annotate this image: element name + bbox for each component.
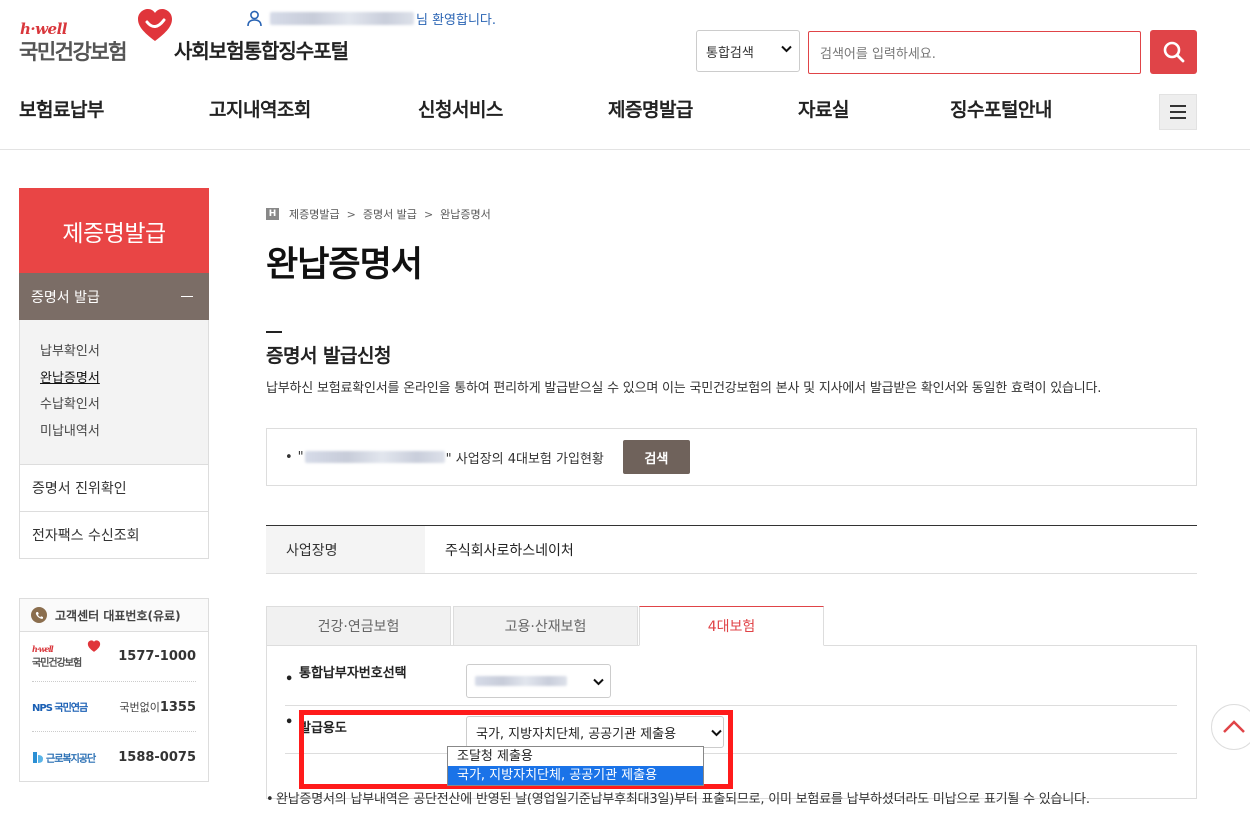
search-scope-value: 통합검색 — [706, 45, 754, 61]
breadcrumb: H 제증명발급 > 증명서 발급 > 완납증명서 — [266, 206, 491, 222]
customer-center-title: 고객센터 대표번호(유료) — [55, 608, 181, 623]
search-placeholder: 검색어를 입력하세요. — [820, 47, 936, 62]
tab-four-insurances[interactable]: 4대보험 — [639, 606, 824, 646]
form-row-payer-number: • 통합납부자번호선택 — [285, 646, 1177, 706]
sidebar-subitem-full-payment[interactable]: 완납증명서 — [40, 369, 208, 396]
cs-row-comwel: 근로복지공단 1588-0075 — [32, 732, 196, 782]
section-description: 납부하신 보험료확인서를 온라인을 통하여 편리하게 발급받으실 수 있으며 이… — [266, 381, 1102, 396]
comwel-icon — [33, 751, 43, 763]
hamburger-icon — [1170, 105, 1186, 107]
search-icon — [1163, 41, 1184, 63]
tab-health-pension[interactable]: 건강·연금보험 — [266, 606, 451, 646]
section-title-bar — [266, 331, 282, 333]
scroll-top-button[interactable] — [1211, 704, 1250, 750]
insurance-status-box: • " " 사업장의 4대보험 가입현황 검색 — [266, 428, 1197, 486]
search-input[interactable]: 검색어를 입력하세요. — [808, 31, 1141, 74]
gnb-item-certificate[interactable]: 제증명발급 — [608, 95, 693, 122]
user-name-redacted — [270, 12, 414, 25]
heart-small-icon — [87, 640, 101, 652]
search-scope-select[interactable]: 통합검색 — [696, 30, 800, 72]
customer-center-header: 고객센터 대표번호(유료) — [20, 599, 208, 632]
business-info-table: 사업장명 주식회사로하스네이처 — [266, 525, 1197, 574]
status-bullet: • — [285, 449, 293, 465]
logo-name-text: 국민건강보험 — [19, 40, 127, 64]
status-search-button[interactable]: 검색 — [622, 440, 690, 474]
company-name-redacted — [304, 451, 445, 463]
insurance-tabs: 건강·연금보험 고용·산재보험 4대보험 — [266, 606, 1197, 646]
payer-number-redacted — [475, 676, 567, 686]
welcome-message: 님 환영합니다. — [246, 9, 496, 28]
gnb-item-payment[interactable]: 보험료납부 — [19, 95, 104, 122]
chevron-down-icon — [781, 45, 792, 53]
breadcrumb-separator-icon: > — [346, 207, 356, 221]
payer-number-label: • 통합납부자번호선택 — [285, 666, 407, 687]
chevron-down-icon — [593, 678, 604, 686]
page-title: 완납증명서 — [266, 245, 423, 285]
search-button[interactable] — [1150, 30, 1197, 74]
cs-row-nhis: h·well 국민건강보험 1577-1000 — [32, 632, 196, 682]
collapse-icon — [181, 296, 193, 297]
hamburger-menu-button[interactable] — [1159, 94, 1197, 130]
nps-prefix: 국번없이 — [119, 700, 160, 714]
sidebar-group-certificate[interactable]: 증명서 발급 — [19, 273, 209, 320]
user-icon — [247, 10, 262, 27]
purpose-option-selected[interactable]: 국가, 지방자치단체, 공공기관 제출용 — [448, 766, 703, 785]
comwel-logo: 근로복지공단 — [32, 750, 96, 765]
purpose-option[interactable]: 조달청 제출용 — [448, 747, 703, 766]
sidebar-subitem-payment-confirm[interactable]: 납부확인서 — [40, 342, 208, 369]
business-name-label: 사업장명 — [266, 526, 425, 573]
home-icon[interactable]: H — [266, 208, 279, 220]
section-title: 증명서 발급신청 — [266, 345, 391, 367]
global-navigation: 보험료납부 고지내역조회 신청서비스 제증명발급 자료실 징수포털안내 — [0, 95, 1250, 125]
gnb-item-library[interactable]: 자료실 — [798, 95, 849, 122]
tab-employment-industrial[interactable]: 고용·산재보험 — [453, 606, 638, 646]
gnb-item-application[interactable]: 신청서비스 — [418, 95, 503, 122]
status-open-quote: " — [297, 449, 304, 465]
customer-center-box: 고객센터 대표번호(유료) h·well 국민건강보험 1577-1000 NP… — [19, 598, 209, 782]
sidebar-item-verify[interactable]: 증명서 진위확인 — [19, 465, 209, 512]
breadcrumb-current: 완납증명서 — [440, 208, 491, 221]
business-name-value: 주식회사로하스네이처 — [445, 542, 574, 559]
sidebar-subitem-unpaid[interactable]: 미납내역서 — [40, 422, 208, 449]
sidebar-group-label: 증명서 발급 — [31, 289, 100, 306]
comwel-phone-number: 1588-0075 — [118, 749, 196, 765]
nhis-logo[interactable]: h·well 국민건강보험 — [19, 6, 179, 66]
sidebar-title: 제증명발급 — [19, 188, 209, 273]
breadcrumb-separator-icon: > — [423, 207, 434, 221]
gnb-item-guide[interactable]: 징수포털안내 — [950, 95, 1052, 122]
breadcrumb-item[interactable]: 증명서 발급 — [363, 206, 417, 222]
sidebar-subitem-receipt[interactable]: 수납확인서 — [40, 395, 208, 422]
sidebar-submenu: 납부확인서 완납증명서 수납확인서 미납내역서 — [19, 320, 209, 465]
nps-logo: NPS 국민연금 — [32, 703, 88, 714]
welcome-suffix: 님 환영합니다. — [416, 13, 497, 28]
chevron-up-icon — [1223, 720, 1245, 733]
nhis-phone-number: 1577-1000 — [118, 649, 196, 664]
portal-name: 사회보험통합징수포털 — [174, 39, 349, 63]
breadcrumb-item[interactable]: 제증명발급 — [289, 206, 340, 222]
sidebar-item-fax[interactable]: 전자팩스 수신조회 — [19, 512, 209, 559]
status-text: " 사업장의 4대보험 가입현황 — [445, 451, 604, 467]
heart-logo-icon — [138, 9, 172, 41]
cs-row-nps: NPS 국민연금 국번없이1355 — [32, 682, 196, 732]
purpose-dropdown-list: 조달청 제출용 국가, 지방자치단체, 공공기관 제출용 — [447, 746, 704, 786]
nps-phone-number: 1355 — [159, 699, 196, 715]
payer-number-select[interactable] — [466, 664, 611, 698]
nhis-small-logo: h·well 국민건강보험 — [32, 640, 101, 669]
gnb-item-notice[interactable]: 고지내역조회 — [209, 95, 311, 122]
phone-icon — [31, 607, 47, 623]
header-divider — [0, 149, 1250, 150]
notice-text: • 완납증명서의 납부내역은 공단전산에 반영된 날(영업일기준납부후최대3일)… — [266, 792, 1090, 807]
